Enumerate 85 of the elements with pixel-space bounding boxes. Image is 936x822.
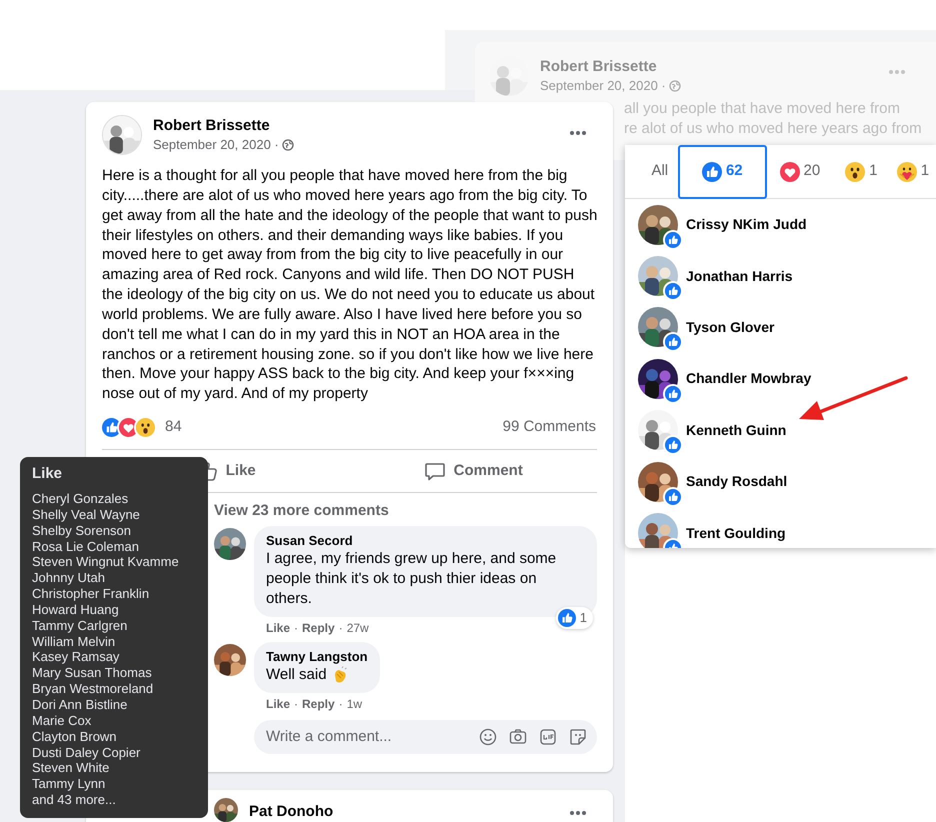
like-reaction-icon [102, 418, 121, 437]
comment-action-link[interactable]: Like [266, 694, 290, 714]
liker-name: Rosa Lie Coleman [32, 538, 140, 554]
reaction-tab[interactable]: 62 [678, 145, 767, 198]
post-date[interactable]: September 20, 2020 · [153, 136, 279, 154]
emoji-icon[interactable] [479, 728, 497, 746]
liker-name: Clayton Brown [32, 728, 118, 744]
like-badge-icon [665, 232, 681, 248]
person-name[interactable]: Sandy Rosdahl [686, 471, 788, 492]
author-name[interactable]: Robert Brissette [153, 116, 294, 136]
globe-icon [668, 80, 681, 92]
author-name[interactable]: Pat Donoho [249, 802, 334, 822]
person-name[interactable]: Jonathan Harris [686, 266, 793, 287]
liker-name: Mary Susan Thomas [32, 665, 153, 682]
tooltip-title: Like [32, 464, 64, 484]
liker-name: Shelby Sorenson [32, 522, 132, 539]
more-options-icon[interactable] [569, 130, 587, 136]
post-text: Here is a thought for all you people that have moved here from the big city.....there are alot of us who moved here years ago from the big city. To get away from all the hate and the ideology of the people that want to push their lifestyles on others. and their demanding ways like babies. If you moved here to get away from from the big city to live peacefully in our amazing area of Red rock. Canyons and wild life. Then DO NOT PUSH the ideology of the big city on us. We do not need you to educate us about world problems. We are fully aware. Also I have lived here before you so don't tell me what I can do in my yard this in NOT an HOA area in the ranchos or a retirement housing zone. so if you don't like how we live here then. Move your happy ASS back to the big city. And keep your f×××ing nose out of my yard. And of my property [102, 166, 598, 404]
liker-name: Howard Huang [32, 602, 120, 618]
view-more-comments-link[interactable]: View 23 more comments [214, 501, 597, 522]
commenter-name[interactable]: Tawny Langston [266, 649, 368, 666]
liker-name: Dusti Daley Copier [32, 744, 142, 760]
liker-name: Shelly Veal Wayne [32, 506, 141, 523]
comment-count[interactable]: 99 Comments [502, 416, 596, 438]
person-name[interactable]: Trent Goulding [686, 522, 786, 544]
comment-text: I agree, my friends grew up here, and some people think it's ok to push thier ideas on others. [266, 549, 558, 610]
liker-name: Christopher Franklin [32, 586, 150, 602]
commenter-name[interactable]: Susan Secord [266, 533, 585, 550]
liker-name: Johnny Utah [32, 570, 106, 586]
wow-reaction-icon [845, 162, 866, 182]
like-reaction-icon [558, 609, 576, 628]
love-reaction-icon [119, 418, 138, 437]
like-badge-icon [665, 334, 681, 350]
person-name[interactable]: Chandler Mowbray [686, 368, 812, 390]
liker-name: Steven Wingnut Kvamme [32, 554, 180, 570]
wow-reaction-icon [136, 418, 155, 437]
post-text-line: all you people that have moved here from [624, 99, 901, 119]
separator-dot: · [294, 696, 298, 714]
love-reaction-icon [780, 162, 800, 182]
liker-name: Kasey Ramsay [32, 649, 120, 666]
person-name[interactable]: Kenneth Guinn [686, 420, 786, 441]
like-badge-icon [665, 283, 681, 300]
comment-action-link[interactable]: Like [266, 618, 290, 638]
comment-time[interactable]: 1w [346, 694, 362, 714]
separator-dot: · [294, 620, 298, 638]
liker-name: Cheryl Gonzales [32, 491, 130, 507]
author-name: Robert Brissette [540, 57, 658, 77]
like-badge-icon [665, 488, 681, 505]
camera-icon[interactable] [509, 728, 527, 746]
gif-icon[interactable] [539, 728, 557, 746]
separator-dot: · [338, 696, 343, 714]
like-reaction-icon [702, 162, 722, 182]
liker-name: Steven White [32, 760, 110, 776]
liker-name: Tammy Lynn [32, 776, 106, 792]
comment-button[interactable]: Comment [350, 453, 597, 490]
comment-input-field[interactable]: Write a comment... [266, 726, 479, 748]
liker-name: William Melvin [32, 634, 116, 650]
speech-bubble-icon [424, 460, 446, 482]
globe-icon [282, 139, 294, 151]
sticker-icon[interactable] [569, 728, 587, 746]
post-text-line: re alot of us who moved here years ago from [624, 119, 922, 139]
liker-name: Marie Cox [32, 712, 92, 729]
comment-time[interactable]: 27w [346, 618, 369, 638]
more-likers-text: and 43 more... [32, 792, 117, 808]
comment-reaction-badge[interactable]: 1 [556, 607, 593, 630]
reaction-tab[interactable]: 1 [832, 145, 890, 198]
person-name[interactable]: Tyson Glover [686, 316, 774, 338]
comment-text: Well said [266, 665, 327, 686]
care-reaction-icon [896, 162, 917, 182]
comment-action-link[interactable]: Reply [302, 618, 335, 638]
liker-name: Tammy Carlgren [32, 618, 128, 634]
comment-box[interactable]: Write a comment... [254, 720, 597, 754]
liker-name: Bryan Westmoreland [32, 681, 154, 697]
more-options-icon[interactable] [569, 810, 587, 816]
like-badge-icon [665, 437, 681, 454]
reaction-tab[interactable]: 1 [890, 145, 936, 198]
reaction-tab[interactable]: All [642, 145, 678, 198]
separator-dot: · [338, 620, 343, 638]
post-date: September 20, 2020 · [540, 77, 666, 95]
reaction-tab[interactable]: 20 [766, 145, 833, 198]
reaction-count[interactable]: 84 [165, 416, 182, 438]
person-name[interactable]: Crissy NKim Judd [686, 214, 807, 236]
liker-name: Dori Ann Bistline [32, 696, 128, 713]
comment-action-link[interactable]: Reply [302, 694, 335, 714]
like-badge-icon [665, 386, 681, 402]
